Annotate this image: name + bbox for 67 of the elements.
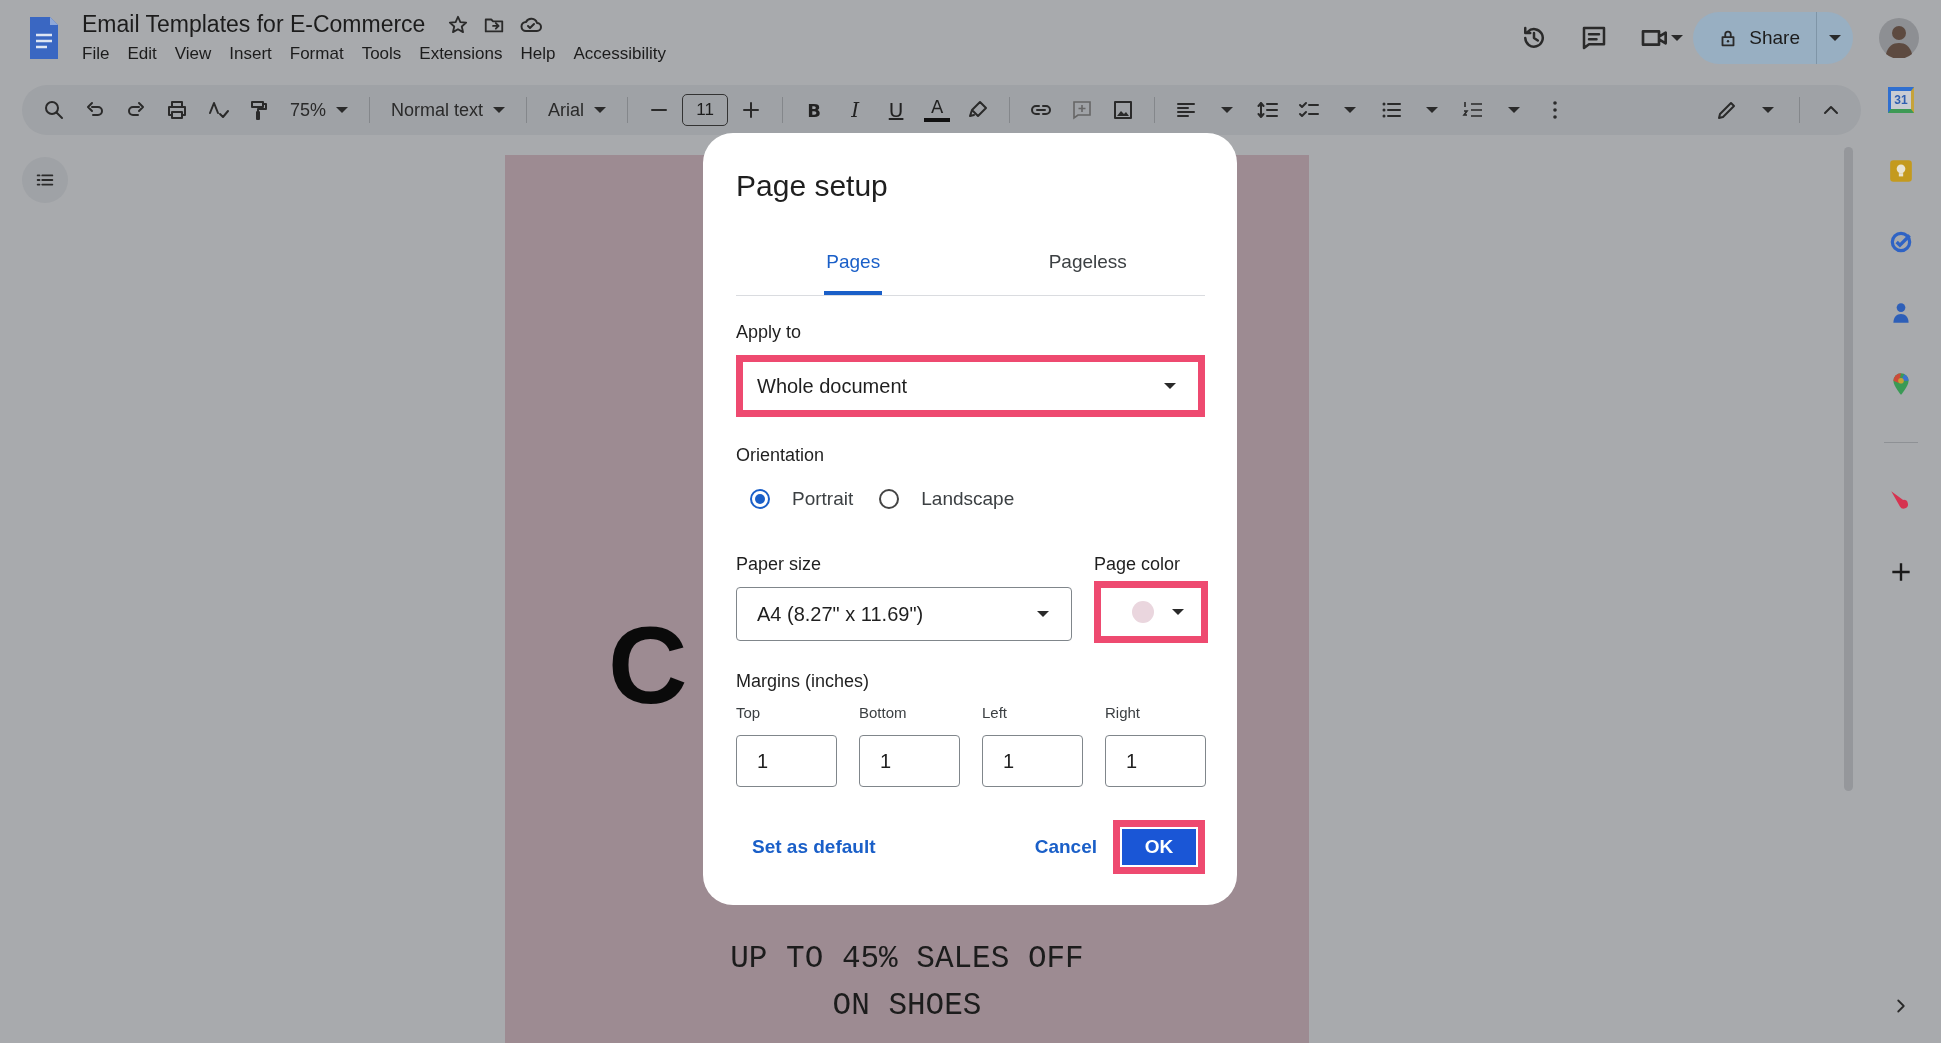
link[interactable]: Set as default [736,820,892,874]
radio-label: Landscape [921,488,1015,510]
share-button[interactable]: Share [1693,11,1853,64]
menu-item[interactable]: Format [280,42,353,66]
caret-icon[interactable] [1762,107,1774,113]
print-icon[interactable] [165,98,189,122]
button[interactable]: Cancel [1018,820,1113,874]
caret-icon [336,107,349,113]
menu-item[interactable]: File [82,42,119,66]
font-size-field[interactable]: 11 [682,94,729,126]
menu-item[interactable]: Tools [352,42,411,66]
menu-item[interactable]: Edit [118,42,166,66]
field-label: Orientation [736,445,826,466]
caret-icon[interactable] [1671,34,1684,41]
color-picker[interactable] [1094,581,1208,643]
menu-item[interactable]: Accessibility [564,42,676,66]
tab[interactable]: Pageless [1046,237,1129,295]
text-color-button[interactable]: A [919,92,956,128]
style-dropdown[interactable]: Normal text [383,92,514,128]
outline-button[interactable] [22,157,68,203]
body-text: ON SHOES [832,987,982,1026]
avatar[interactable] [1879,17,1919,58]
caret-icon[interactable] [1829,34,1841,41]
star-icon[interactable] [447,13,470,36]
input-field[interactable]: 1 [736,735,837,787]
menu-item[interactable]: Extensions [410,42,512,66]
field-label: Paper size [736,554,823,575]
input-field[interactable]: 1 [1105,735,1206,787]
tab[interactable]: Pages [824,237,883,295]
menu-item[interactable]: Help [511,42,565,66]
caret-icon [1164,383,1176,389]
underline-button[interactable]: U [878,92,915,128]
caret-icon [1037,611,1049,617]
calendar-icon[interactable]: 31 [1888,87,1914,113]
dialog-title: Page setup [736,169,889,203]
dropdown[interactable]: Whole document [736,355,1205,417]
body-text: UP TO 45% SALES OFF [730,940,1084,978]
caret-icon[interactable] [1221,107,1234,113]
italic-button[interactable]: I [837,92,874,128]
document-title[interactable]: Email Templates for E-Commerce [82,11,426,38]
menu-item[interactable]: View [165,42,221,66]
field-label: Top [736,704,762,721]
field-label: Right [1105,704,1142,721]
caret-icon [493,107,506,113]
caret-icon[interactable] [1508,107,1521,113]
caret-icon[interactable] [1344,107,1357,113]
input-field[interactable]: 1 [859,735,960,787]
zoom-dropdown[interactable]: 75% [282,92,357,128]
field-label: Left [982,704,1009,721]
menu-item[interactable]: Insert [220,42,281,66]
field-label: Page color [1094,554,1182,575]
search-icon[interactable] [42,98,66,122]
font-dropdown[interactable]: Arial [540,92,615,128]
radio-label: Portrait [792,488,854,510]
caret-icon [1172,609,1184,615]
input-field[interactable]: 1 [982,735,1083,787]
bold-button[interactable]: B [796,92,833,128]
caret-icon[interactable] [1426,107,1439,113]
radio-button[interactable] [750,489,770,509]
field-label: Apply to [736,322,803,343]
button[interactable]: OK [1113,820,1205,874]
field-label: Margins (inches) [736,671,871,692]
caret-icon [594,107,607,113]
headline-text: C [608,610,688,720]
radio-button[interactable] [879,489,900,509]
dropdown[interactable]: A4 (8.27" x 11.69") [736,587,1072,641]
field-label: Bottom [859,704,908,721]
